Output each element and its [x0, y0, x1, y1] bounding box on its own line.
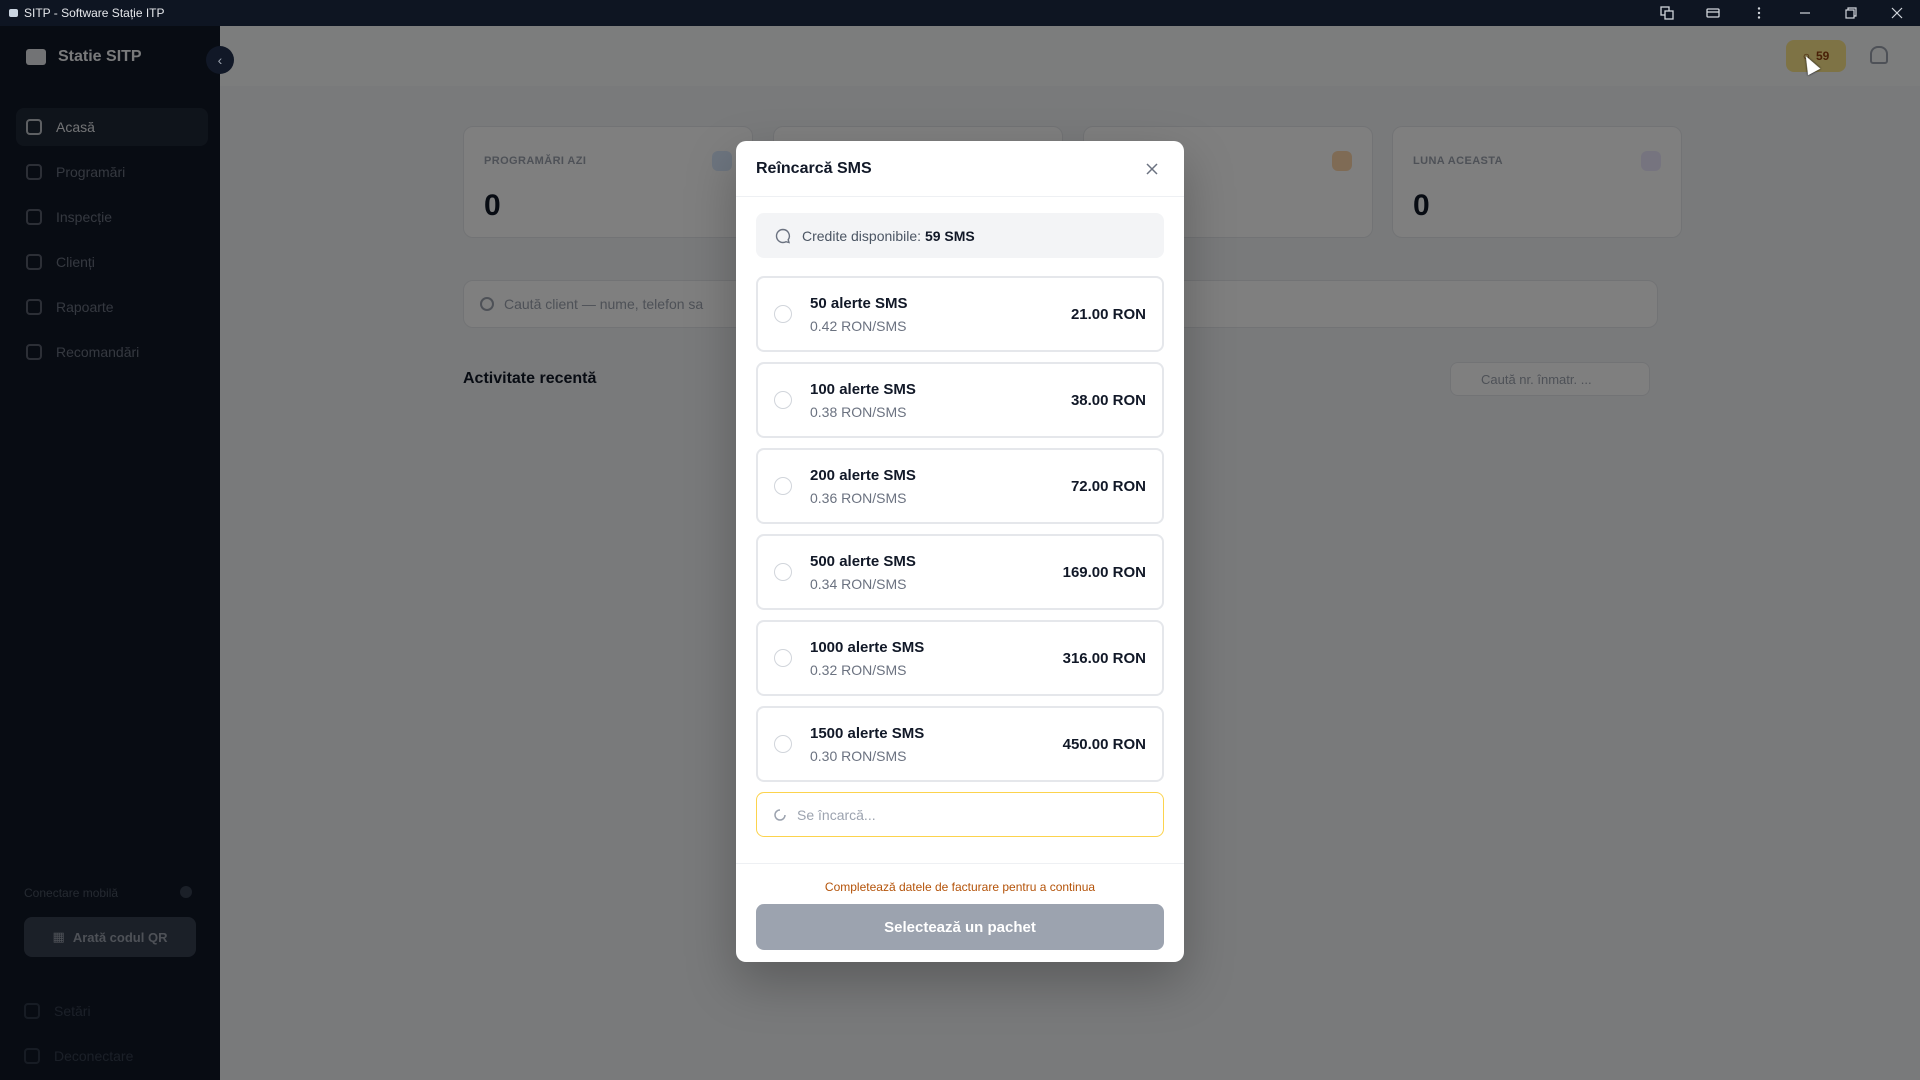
- package-unit-price: 0.32 RON/SMS: [810, 661, 907, 678]
- available-credits: Credite disponibile: 59 SMS: [756, 213, 1164, 258]
- package-price: 72.00 RON: [1070, 477, 1146, 495]
- billing-hint: Completează datele de facturare pentru a…: [824, 880, 1096, 894]
- package-unit-price: 0.38 RON/SMS: [810, 403, 907, 420]
- credits-value: 59 SMS: [924, 227, 975, 244]
- package-radio[interactable]: [774, 649, 792, 667]
- restore-button[interactable]: [1828, 0, 1874, 26]
- close-window-button[interactable]: [1874, 0, 1920, 26]
- package-option[interactable]: 500 alerte SMS 0.34 RON/SMS 169.00 RON: [756, 534, 1164, 610]
- package-name: 1000 alerte SMS: [810, 638, 925, 656]
- package-name: 500 alerte SMS: [810, 552, 916, 570]
- credits-label: Credite disponibile:: [802, 227, 922, 244]
- package-price: 316.00 RON: [1062, 649, 1146, 667]
- package-radio[interactable]: [774, 391, 792, 409]
- package-option[interactable]: 1500 alerte SMS 0.30 RON/SMS 450.00 RON: [756, 706, 1164, 782]
- package-radio[interactable]: [774, 735, 792, 753]
- package-radio[interactable]: [774, 305, 792, 323]
- recharge-sms-dialog: Reîncarcă SMS Credite disponibile: 59 SM…: [736, 141, 1184, 962]
- package-radio[interactable]: [774, 477, 792, 495]
- message-circle-icon: [775, 228, 791, 243]
- window-titlebar: SITP - Software Stație ITP: [0, 0, 1920, 26]
- loading-text: Se încarcă...: [797, 806, 876, 823]
- package-unit-price: 0.34 RON/SMS: [810, 575, 907, 592]
- app-icon: [9, 9, 18, 17]
- package-unit-price: 0.30 RON/SMS: [810, 747, 907, 764]
- package-name: 1500 alerte SMS: [810, 724, 925, 742]
- package-radio[interactable]: [774, 563, 792, 581]
- minimize-button[interactable]: [1782, 0, 1828, 26]
- window-title: SITP - Software Stație ITP: [24, 6, 165, 20]
- close-dialog-button[interactable]: [1140, 157, 1164, 181]
- select-package-button[interactable]: Selectează un pachet: [756, 904, 1164, 950]
- package-option[interactable]: 1000 alerte SMS 0.32 RON/SMS 316.00 RON: [756, 620, 1164, 696]
- package-name: 100 alerte SMS: [810, 380, 916, 398]
- card-icon[interactable]: [1690, 0, 1736, 26]
- dialog-header: Reîncarcă SMS: [736, 141, 1184, 197]
- package-option[interactable]: 50 alerte SMS 0.42 RON/SMS 21.00 RON: [756, 276, 1164, 352]
- dialog-title: Reîncarcă SMS: [756, 159, 872, 177]
- close-icon: [1146, 162, 1158, 175]
- package-list: 50 alerte SMS 0.42 RON/SMS 21.00 RON 100 …: [756, 276, 1164, 782]
- package-price: 38.00 RON: [1070, 391, 1146, 409]
- package-name: 200 alerte SMS: [810, 466, 916, 484]
- package-option[interactable]: 200 alerte SMS 0.36 RON/SMS 72.00 RON: [756, 448, 1164, 524]
- translate-icon[interactable]: [1644, 0, 1690, 26]
- billing-loading: Se încarcă...: [756, 792, 1164, 837]
- package-unit-price: 0.42 RON/SMS: [810, 317, 907, 334]
- package-price: 169.00 RON: [1062, 563, 1146, 581]
- package-price: 21.00 RON: [1070, 305, 1146, 323]
- package-name: 50 alerte SMS: [810, 294, 908, 312]
- dialog-footer: Completează datele de facturare pentru a…: [736, 863, 1184, 950]
- package-unit-price: 0.36 RON/SMS: [810, 489, 907, 506]
- more-icon[interactable]: [1736, 0, 1782, 26]
- spinner-icon: [774, 808, 786, 821]
- sidebar-collapse-button[interactable]: ‹: [206, 46, 234, 74]
- package-price: 450.00 RON: [1062, 735, 1146, 753]
- package-option[interactable]: 100 alerte SMS 0.38 RON/SMS 38.00 RON: [756, 362, 1164, 438]
